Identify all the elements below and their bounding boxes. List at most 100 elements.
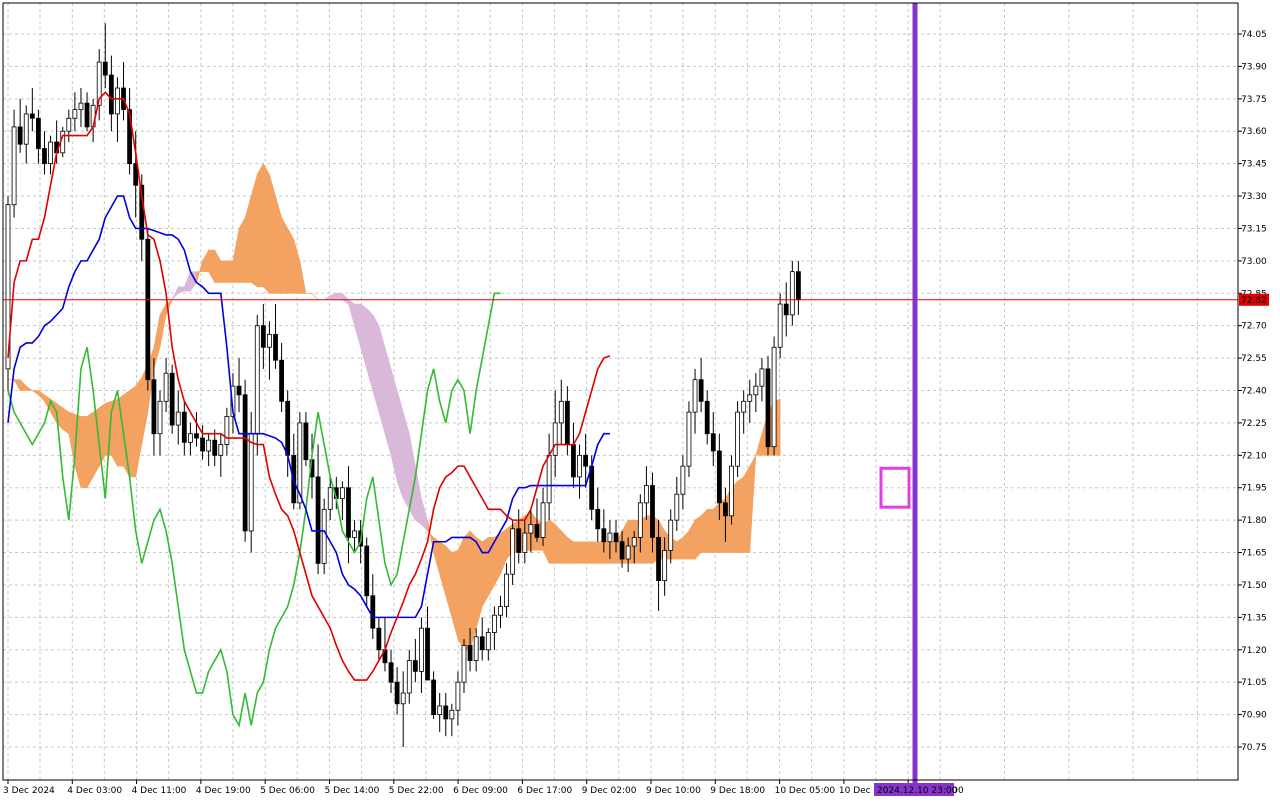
- candle-body: [558, 400, 564, 424]
- y-tick-label: 73.75: [1241, 95, 1267, 105]
- y-tick-label: 71.05: [1241, 678, 1267, 688]
- cloud-segment: [579, 541, 586, 564]
- candle-body: [346, 487, 351, 538]
- y-tick-label: 70.90: [1241, 711, 1267, 721]
- candle-body: [72, 109, 78, 119]
- candle-body: [777, 303, 783, 348]
- candle-body: [455, 681, 461, 711]
- y-tick-label: 73.30: [1241, 192, 1267, 202]
- y-tick-label: 71.50: [1241, 581, 1267, 591]
- candle-body: [242, 394, 248, 532]
- candle-body: [66, 117, 72, 132]
- candle-body: [516, 528, 522, 553]
- cloud-segment: [548, 519, 556, 564]
- candle-body: [437, 705, 443, 715]
- candle-body: [796, 271, 801, 301]
- candle-body: [84, 102, 90, 128]
- candle-body: [394, 681, 400, 705]
- candle-body: [759, 368, 765, 387]
- candle-body: [157, 400, 163, 435]
- candle-body: [528, 524, 534, 534]
- candle-body: [370, 595, 376, 629]
- cloud-segment: [591, 541, 599, 564]
- x-tick-label: 9 Dec 10:00: [646, 786, 701, 796]
- cloud-segment: [62, 407, 70, 435]
- candle-body: [248, 433, 254, 532]
- candle-body: [115, 87, 120, 115]
- candle-body: [42, 148, 47, 165]
- y-tick-label: 72.40: [1241, 387, 1267, 397]
- cloud-segment: [603, 541, 611, 564]
- candle-body: [187, 433, 193, 443]
- candle-body: [710, 433, 716, 452]
- y-tick-label: 73.45: [1241, 160, 1267, 170]
- candle-body: [267, 333, 272, 348]
- cloud-segment: [597, 541, 605, 564]
- candle-body: [48, 141, 53, 165]
- cloud-segment: [220, 260, 228, 283]
- cloud-segment: [86, 411, 94, 489]
- candle-body: [662, 549, 668, 582]
- y-tick-label: 71.95: [1241, 484, 1267, 494]
- cloud-segment: [694, 515, 702, 560]
- y-tick-label: 73.00: [1241, 257, 1267, 267]
- candle-body: [704, 400, 710, 435]
- cloud-segment: [281, 216, 288, 294]
- candle-body: [36, 117, 41, 149]
- candle-body: [102, 61, 108, 76]
- current-price-label: 72.82: [1241, 296, 1267, 306]
- cloud-segment: [567, 536, 574, 564]
- candle-body: [145, 238, 151, 381]
- candle-body: [686, 411, 692, 467]
- candle-body: [151, 379, 157, 435]
- candle-body: [285, 400, 291, 456]
- candle-body: [595, 508, 601, 530]
- candle-body: [273, 333, 278, 361]
- candle-body: [17, 126, 23, 145]
- candle-body: [224, 416, 230, 445]
- candle-body: [212, 439, 218, 456]
- cloud-segment: [700, 508, 708, 553]
- candle-body: [741, 400, 747, 413]
- x-tick-label: 4 Dec 11:00: [132, 786, 187, 796]
- y-tick-label: 71.80: [1241, 516, 1267, 526]
- cloud-segment: [585, 541, 592, 564]
- candle-body: [29, 113, 35, 119]
- candle-body: [315, 476, 321, 564]
- candle-body: [583, 454, 588, 467]
- candle-body: [473, 636, 479, 661]
- candle-body: [504, 573, 509, 607]
- cloud-segment: [226, 260, 234, 283]
- candle-body: [352, 530, 357, 538]
- cloud-segment: [269, 174, 276, 294]
- candle-body: [419, 627, 424, 672]
- candle-body: [692, 379, 698, 413]
- candle-body: [339, 487, 345, 499]
- candle-body: [412, 660, 418, 672]
- x-tick-label: 5 Dec 14:00: [325, 786, 380, 796]
- ichimoku-chart[interactable]: 74.05 73.90 73.75 73.60 73.45 73.30 73.15 73.00…: [0, 0, 1280, 800]
- candle-body: [218, 444, 224, 456]
- cloud-segment: [463, 530, 471, 651]
- candle-body: [200, 437, 205, 452]
- candle-body: [723, 502, 728, 517]
- candle-body: [789, 271, 795, 316]
- y-tick-label: 70.75: [1241, 743, 1267, 753]
- candle-body: [479, 636, 485, 651]
- chart-canvas[interactable]: 74.05 73.90 73.75 73.60 73.45 73.30 73.15 73.00…: [0, 0, 1280, 800]
- cloud-segment: [336, 292, 343, 301]
- candle-body: [735, 411, 740, 467]
- cloud-segment: [287, 227, 295, 294]
- cloud-segment: [712, 502, 720, 553]
- candle-body: [376, 627, 382, 651]
- candle-body: [716, 450, 722, 504]
- y-tick-label: 74.05: [1241, 30, 1267, 40]
- candle-body: [194, 433, 199, 439]
- candle-body: [729, 465, 734, 517]
- candle-body: [656, 537, 661, 582]
- cloud-segment: [129, 385, 136, 478]
- candle-body: [181, 411, 187, 443]
- candle-body: [11, 126, 17, 206]
- x-tick-label: 6 Dec 17:00: [517, 786, 572, 796]
- candle-body: [461, 645, 467, 683]
